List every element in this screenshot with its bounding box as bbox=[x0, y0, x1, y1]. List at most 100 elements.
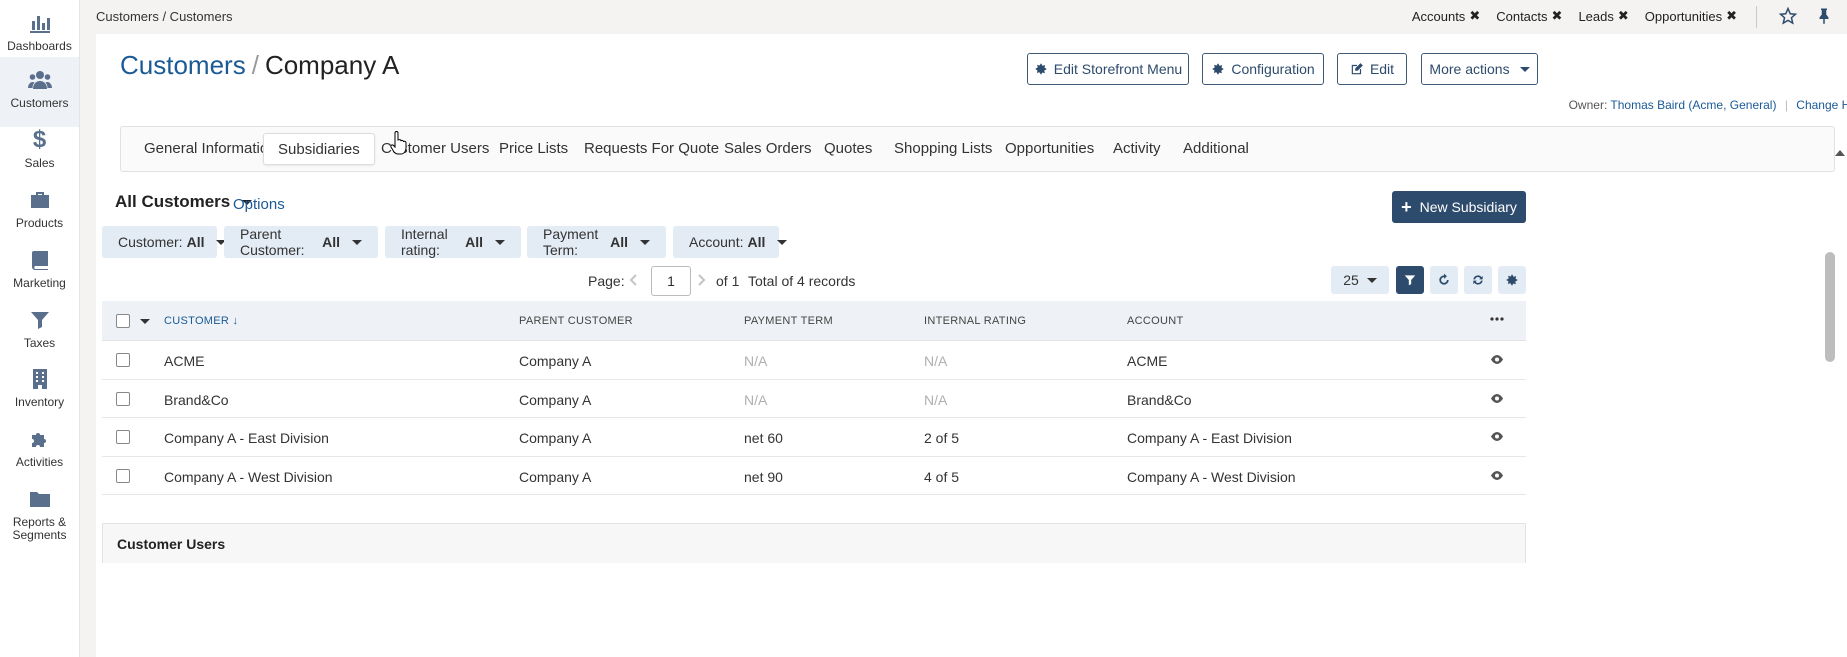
grid-options-link[interactable]: Options bbox=[233, 196, 285, 213]
sidebar-item-label: Inventory bbox=[14, 395, 65, 409]
chevron-left-icon[interactable] bbox=[627, 273, 641, 287]
main-sidebar: Dashboards Customers $ Sales Products Ma… bbox=[0, 0, 80, 657]
scroll-up-icon[interactable] bbox=[1833, 146, 1847, 160]
filter-toggle-button[interactable] bbox=[1396, 266, 1424, 294]
page-scrollbar[interactable] bbox=[1825, 252, 1835, 362]
sort-desc-icon: ↓ bbox=[232, 315, 239, 327]
chevron-down-icon bbox=[777, 239, 788, 245]
table-row[interactable]: ACME Company A N/A N/A ACME bbox=[102, 341, 1526, 380]
column-header-account[interactable]: ACCOUNT bbox=[1127, 315, 1184, 327]
thumbtack-icon[interactable] bbox=[1815, 7, 1833, 25]
new-subsidiary-button[interactable]: + New Subsidiary bbox=[1392, 191, 1526, 223]
gear-icon bbox=[1213, 63, 1224, 75]
pin-opportunities[interactable]: Opportunities ✖ bbox=[1645, 8, 1737, 24]
close-icon[interactable]: ✖ bbox=[1469, 8, 1480, 24]
tab-quotes[interactable]: Quotes bbox=[810, 127, 886, 171]
close-icon[interactable]: ✖ bbox=[1552, 8, 1563, 24]
pin-contacts[interactable]: Contacts ✖ bbox=[1496, 8, 1562, 24]
tab-shopping-lists[interactable]: Shopping Lists bbox=[880, 127, 1006, 171]
eye-icon[interactable] bbox=[1490, 470, 1504, 481]
reset-button[interactable] bbox=[1430, 266, 1458, 294]
filter-label: Internal rating: bbox=[401, 226, 448, 258]
filter-internal-rating[interactable]: Internal rating: All bbox=[385, 226, 521, 258]
grid-view-name: All Customers bbox=[115, 192, 231, 211]
tab-additional[interactable]: Additional bbox=[1169, 127, 1263, 171]
pin-leads[interactable]: Leads ✖ bbox=[1578, 8, 1628, 24]
filter-customer[interactable]: Customer: All bbox=[102, 226, 227, 258]
table-row[interactable]: Company A - East Division Company A net … bbox=[102, 418, 1526, 457]
row-checkbox[interactable] bbox=[116, 391, 130, 406]
star-icon[interactable] bbox=[1779, 7, 1797, 25]
tab-sales-orders[interactable]: Sales Orders bbox=[710, 127, 826, 171]
funnel-icon bbox=[27, 307, 53, 333]
divider bbox=[1756, 6, 1757, 28]
eye-icon[interactable] bbox=[1490, 393, 1504, 404]
building-icon bbox=[27, 366, 53, 392]
divider: | bbox=[1784, 98, 1788, 112]
sidebar-item-label: Customers bbox=[10, 96, 69, 110]
row-checkbox[interactable] bbox=[116, 353, 130, 367]
entity-tabs: General Information Subsidiaries Custome… bbox=[120, 126, 1835, 172]
tab-price-lists[interactable]: Price Lists bbox=[485, 127, 582, 171]
close-icon[interactable]: ✖ bbox=[1726, 8, 1737, 24]
users-icon bbox=[27, 67, 53, 93]
chevron-down-icon[interactable] bbox=[140, 319, 150, 324]
pin-accounts[interactable]: Accounts ✖ bbox=[1412, 8, 1480, 24]
pinned-pages: Accounts ✖ Contacts ✖ Leads ✖ Opportunities… bbox=[1396, 8, 1737, 24]
tab-requests-for-quote[interactable]: Requests For Quote bbox=[570, 127, 733, 171]
pin-label: Accounts bbox=[1411, 8, 1466, 24]
more-dots-icon[interactable] bbox=[1490, 316, 1504, 322]
grid-settings-button[interactable] bbox=[1498, 266, 1526, 294]
edit-button[interactable]: Edit bbox=[1337, 53, 1407, 85]
gear-icon bbox=[1506, 274, 1518, 286]
configuration-button[interactable]: Configuration bbox=[1202, 53, 1324, 85]
tab-subsidiaries[interactable]: Subsidiaries bbox=[263, 133, 375, 165]
filter-parent-customer[interactable]: Parent Customer: All bbox=[224, 226, 378, 258]
select-all-checkbox[interactable] bbox=[116, 314, 130, 328]
filter-value: All bbox=[322, 234, 340, 250]
column-header-parent-customer[interactable]: PARENT CUSTOMER bbox=[519, 315, 633, 327]
title-customers-link[interactable]: Customers bbox=[120, 50, 246, 80]
page-title: Customers / Company A bbox=[120, 50, 399, 81]
column-header-customer[interactable]: CUSTOMER ↓ bbox=[164, 315, 238, 327]
column-label: CUSTOMER bbox=[164, 315, 230, 327]
row-checkbox[interactable] bbox=[116, 430, 130, 444]
sidebar-item-reports[interactable]: Reports & Segments bbox=[0, 476, 79, 546]
page-size-select[interactable]: 25 bbox=[1331, 266, 1389, 294]
tab-customer-users[interactable]: Customer Users bbox=[367, 127, 503, 171]
tab-activity[interactable]: Activity bbox=[1099, 127, 1175, 171]
change-history-link[interactable]: Change History bbox=[1796, 98, 1847, 112]
tab-opportunities[interactable]: Opportunities bbox=[991, 127, 1108, 171]
page-number-input[interactable]: 1 bbox=[651, 266, 691, 296]
edit-storefront-menu-button[interactable]: Edit Storefront Menu bbox=[1027, 53, 1189, 85]
cell-account: Company A - West Division bbox=[1127, 468, 1296, 485]
dollar-icon: $ bbox=[32, 126, 47, 153]
refresh-button[interactable] bbox=[1464, 266, 1492, 294]
filter-account[interactable]: Account: All bbox=[673, 226, 788, 258]
owner-line: Owner: Thomas Baird (Acme, General) | Ch… bbox=[1569, 98, 1847, 112]
sidebar-item-label: Activities bbox=[15, 455, 64, 469]
title-entity-name: Company A bbox=[264, 50, 400, 80]
filter-value: All bbox=[747, 234, 766, 250]
row-checkbox[interactable] bbox=[116, 468, 130, 483]
column-header-internal-rating[interactable]: INTERNAL RATING bbox=[924, 315, 1026, 327]
cell-parent-customer: Company A bbox=[519, 430, 592, 446]
table-row[interactable]: Company A - West Division Company A net … bbox=[102, 456, 1526, 495]
more-actions-button[interactable]: More actions bbox=[1421, 53, 1538, 85]
filter-value: All bbox=[186, 234, 205, 250]
owner-link[interactable]: Thomas Baird (Acme, General) bbox=[1610, 98, 1776, 112]
button-label: More actions bbox=[1429, 61, 1510, 77]
table-row[interactable]: Brand&Co Company A N/A N/A Brand&Co bbox=[102, 379, 1526, 418]
close-icon[interactable]: ✖ bbox=[1618, 8, 1629, 24]
chevron-right-icon[interactable] bbox=[694, 273, 708, 287]
filter-value: All bbox=[610, 234, 628, 250]
cell-account: Company A - East Division bbox=[1127, 430, 1292, 446]
eye-icon[interactable] bbox=[1490, 431, 1504, 442]
column-header-payment-term[interactable]: PAYMENT TERM bbox=[744, 315, 833, 327]
puzzle-icon bbox=[27, 426, 53, 452]
eye-icon[interactable] bbox=[1490, 354, 1504, 365]
button-label: Configuration bbox=[1231, 61, 1315, 77]
records-total: Total of 4 records bbox=[748, 273, 856, 289]
filter-payment-term[interactable]: Payment Term: All bbox=[527, 226, 666, 258]
grid-view-selector[interactable]: All Customers bbox=[115, 192, 253, 212]
